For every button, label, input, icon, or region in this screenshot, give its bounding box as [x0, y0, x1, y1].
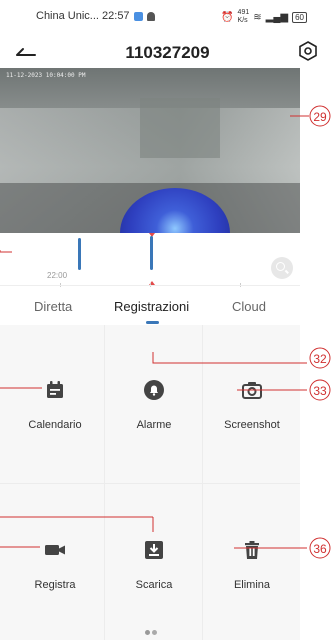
app-notification-icon [133, 11, 143, 21]
action-grid: Calendario Alarme Screenshot Registra Sc… [0, 325, 300, 640]
video-scene-object [140, 98, 220, 158]
page-indicator [145, 630, 159, 636]
calendar-icon [47, 381, 63, 398]
mode-tabs: Diretta Registrazioni Cloud [0, 285, 300, 325]
recording-segment[interactable] [78, 238, 81, 270]
calendar-label: Calendario [28, 419, 82, 431]
callout-29: 29 [309, 105, 331, 127]
screenshot-button[interactable]: Screenshot [202, 325, 302, 485]
video-camera-icon [45, 545, 65, 555]
battery-icon: 60 [292, 11, 307, 23]
settings-hexagon-icon[interactable] [297, 40, 319, 62]
callout-32: 32 [309, 347, 331, 369]
camera-icon [242, 382, 262, 399]
tab-cloud[interactable]: Cloud [232, 299, 266, 314]
app-bar: 110327209 [0, 34, 335, 68]
calendar-button[interactable]: Calendario [5, 325, 105, 485]
tab-live[interactable]: Diretta [34, 299, 72, 314]
delete-label: Elimina [233, 579, 271, 591]
carrier-time: China Unic... 22:57 [36, 10, 130, 22]
record-button[interactable]: Registra [5, 485, 105, 640]
active-tab-indicator [146, 321, 159, 324]
video-player[interactable]: 11-12-2023 10:04:00 PM [0, 68, 300, 233]
trash-icon [245, 541, 259, 559]
alarm-bell-icon [144, 380, 164, 400]
svg-text:33: 33 [313, 384, 327, 398]
alarm-button[interactable]: Alarme [104, 325, 204, 485]
tab-recordings[interactable]: Registrazioni [114, 299, 189, 314]
page-dot [152, 630, 157, 635]
zoom-button[interactable] [271, 257, 293, 279]
zoom-in-icon [276, 262, 285, 271]
recording-timeline[interactable]: 22:00 [0, 233, 300, 287]
alarm-label: Alarme [136, 419, 172, 431]
svg-text:29: 29 [313, 110, 327, 124]
svg-text:32: 32 [313, 352, 327, 366]
recording-segment-current[interactable] [150, 236, 153, 270]
signal-icon: ▂▄▆ [265, 11, 289, 23]
page-title: 110327209 [125, 43, 210, 62]
network-speed: 491 K/s [237, 9, 250, 24]
wifi-icon: ≋ [253, 11, 262, 23]
video-timestamp: 11-12-2023 10:04:00 PM [6, 72, 86, 79]
callout-33: 33 [309, 379, 331, 401]
callout-36: 36 [309, 537, 331, 559]
page-dot-active [145, 630, 150, 635]
notification-bell-icon [146, 11, 155, 21]
delete-button[interactable]: Elimina [202, 485, 302, 640]
alarm-status-icon: ⏰ [221, 11, 234, 23]
svg-text:36: 36 [313, 542, 327, 556]
download-button[interactable]: Scarica [104, 485, 204, 640]
timeline-time-label: 22:00 [47, 271, 68, 280]
record-label: Registra [34, 579, 76, 591]
status-bar: China Unic... 22:57 ⏰ 491 K/s ≋ ▂▄▆ 60 [0, 0, 335, 34]
download-label: Scarica [135, 579, 173, 591]
screenshot-label: Screenshot [224, 419, 280, 431]
download-icon [145, 541, 163, 559]
